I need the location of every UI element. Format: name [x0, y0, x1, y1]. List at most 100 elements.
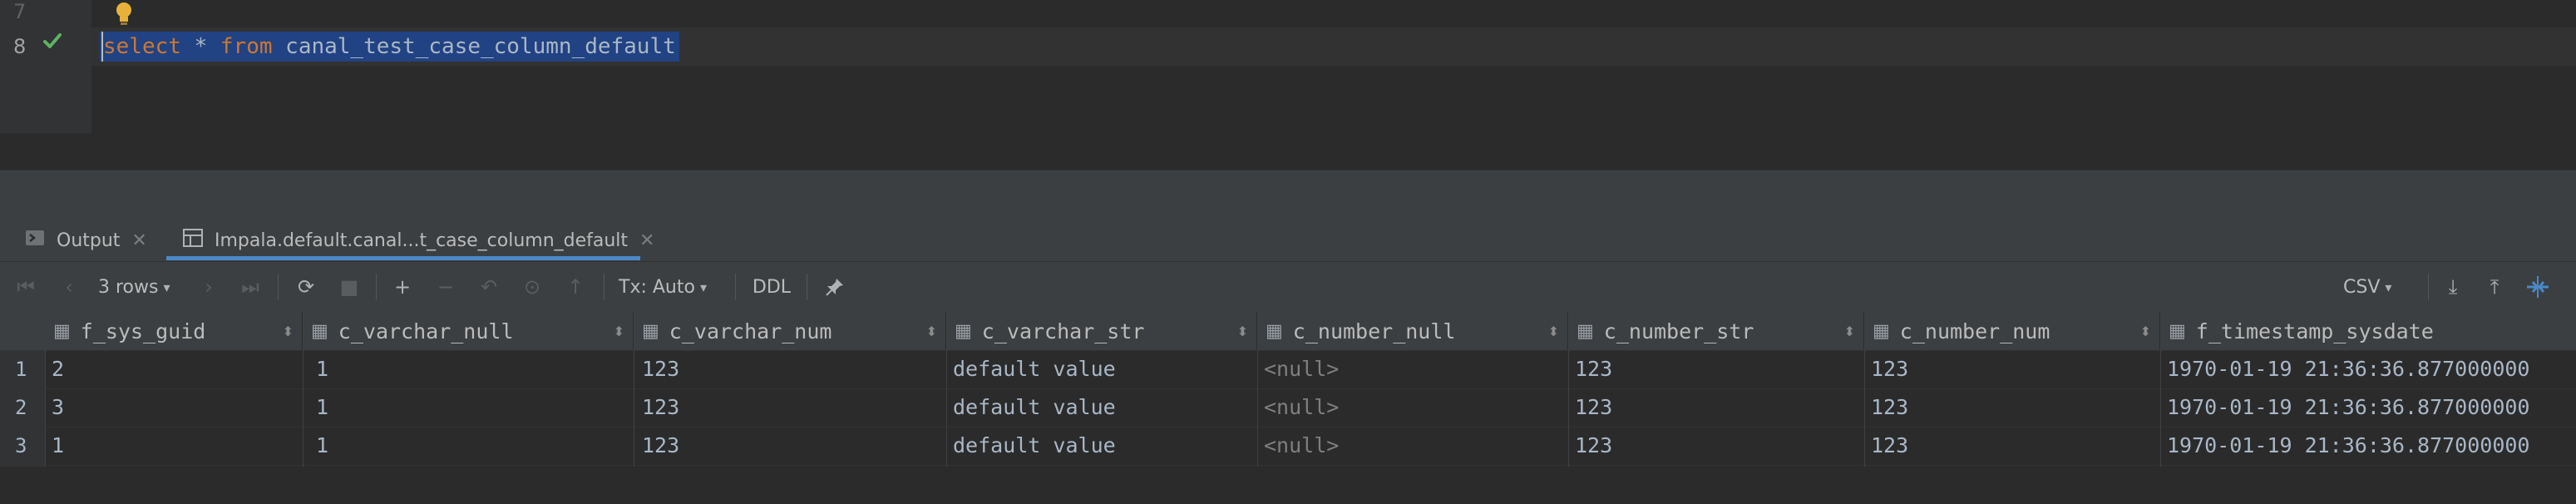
cell[interactable]: 123	[1871, 388, 1908, 427]
cell[interactable]: 2	[52, 350, 64, 388]
line-number-7: 7	[13, 0, 27, 23]
column-icon: ▦	[955, 320, 972, 342]
tab-output[interactable]: Output ✕	[25, 220, 147, 261]
column-header-c_number_null[interactable]: ▦ c_number_null ⬍	[1257, 312, 1568, 350]
page-size-dropdown[interactable]: 3 rows ▾	[98, 262, 191, 312]
transaction-mode-dropdown[interactable]: Tx: Auto ▾	[619, 262, 727, 312]
sort-icon[interactable]: ⬍	[283, 324, 294, 339]
active-tab-indicator	[166, 256, 640, 260]
next-page-icon[interactable]: ›	[195, 262, 223, 312]
table-row[interactable]: 1 2 1 123 default value <null> 123 123 1…	[0, 350, 2576, 389]
sort-icon[interactable]: ⬍	[1237, 324, 1248, 339]
toolbar-separator	[2428, 274, 2429, 300]
sort-icon[interactable]: ⬍	[2140, 324, 2151, 339]
column-header-f_sys_guid[interactable]: ▦ f_sys_guid ⬍	[45, 312, 303, 350]
cell[interactable]: 1	[52, 427, 64, 465]
cell[interactable]: 1	[316, 388, 328, 427]
grid-divider	[2160, 312, 2161, 467]
toolbar-separator	[278, 274, 279, 300]
grid-divider	[946, 312, 947, 467]
tab-output-label: Output	[57, 230, 121, 251]
stop-icon[interactable]: ■	[334, 262, 364, 312]
sort-icon[interactable]: ⬍	[926, 324, 937, 339]
column-header-f_timestamp_sysdate[interactable]: ▦ f_timestamp_sysdate	[2160, 312, 2576, 350]
cell[interactable]: 123	[642, 350, 679, 388]
cell[interactable]: 123	[1575, 427, 1612, 465]
last-page-icon[interactable]: ⏭	[236, 262, 264, 312]
editor-results-splitter[interactable]	[0, 170, 2576, 220]
cell[interactable]: 123	[1871, 427, 1908, 465]
compare-layout-icon[interactable]	[2519, 262, 2556, 312]
chevron-down-icon: ▾	[699, 279, 707, 295]
download-icon[interactable]: ⤓	[2436, 262, 2470, 312]
add-row-icon[interactable]: +	[387, 262, 417, 312]
cell[interactable]: default value	[953, 350, 1116, 388]
upload-icon[interactable]: ⤒	[2478, 262, 2511, 312]
row-number: 2	[15, 396, 27, 419]
revert-icon[interactable]: ↶	[474, 262, 504, 312]
sort-icon[interactable]: ⬍	[1844, 324, 1855, 339]
keyword-from: from	[220, 34, 273, 59]
select-star: *	[180, 34, 220, 59]
submit-icon[interactable]: ↑	[560, 262, 590, 312]
column-icon: ▦	[1873, 320, 1890, 342]
cell[interactable]: 123	[642, 427, 679, 465]
pin-tab-icon[interactable]	[818, 262, 851, 312]
column-icon: ▦	[1266, 320, 1283, 342]
delete-row-icon[interactable]: −	[431, 262, 461, 312]
cell[interactable]: 1970-01-19 21:36:36.877000000	[2167, 427, 2530, 465]
line-number-8: 8	[13, 35, 27, 58]
column-icon: ▦	[1577, 320, 1594, 342]
chevron-down-icon: ▾	[2385, 279, 2392, 295]
cell[interactable]: default value	[953, 427, 1116, 465]
table-name: canal_test_case_column_default	[272, 34, 676, 59]
column-icon: ▦	[2169, 320, 2186, 342]
cell[interactable]: 123	[1575, 388, 1612, 427]
chevron-down-icon: ▾	[163, 279, 170, 295]
column-header-c_number_str[interactable]: ▦ c_number_str ⬍	[1568, 312, 1864, 350]
sql-editor[interactable]: 7 8 select * from canal_test_case_column…	[0, 0, 2576, 133]
ddl-label: DDL	[752, 276, 792, 298]
grid-divider	[1864, 312, 1865, 467]
cell[interactable]: 1970-01-19 21:36:36.877000000	[2167, 350, 2530, 388]
preview-changes-icon[interactable]: ⊙	[517, 262, 547, 312]
sql-query-line[interactable]: select * from canal_test_case_column_def…	[100, 32, 679, 62]
ddl-button[interactable]: DDL	[745, 262, 798, 312]
close-icon[interactable]: ✕	[131, 230, 146, 251]
column-header-c_varchar_num[interactable]: ▦ c_varchar_num ⬍	[634, 312, 946, 350]
export-format-dropdown[interactable]: CSV ▾	[2343, 262, 2410, 312]
close-icon[interactable]: ✕	[639, 230, 654, 251]
column-header-c_varchar_str[interactable]: ▦ c_varchar_str ⬍	[946, 312, 1257, 350]
cell[interactable]: 3	[52, 388, 64, 427]
table-row[interactable]: 2 3 1 123 default value <null> 123 123 1…	[0, 388, 2576, 427]
previous-page-icon[interactable]: ‹	[55, 262, 83, 312]
sort-icon[interactable]: ⬍	[614, 324, 624, 339]
toolbar-separator	[735, 274, 736, 300]
cell-null[interactable]: <null>	[1264, 427, 1339, 465]
cell[interactable]: default value	[953, 388, 1116, 427]
cell[interactable]: 123	[642, 388, 679, 427]
table-row[interactable]: 3 1 1 123 default value <null> 123 123 1…	[0, 427, 2576, 466]
cell[interactable]: 1	[316, 427, 328, 465]
tab-result-table[interactable]: Impala.default.canal...t_case_column_def…	[183, 220, 654, 261]
column-header-c_varchar_null[interactable]: ▦ c_varchar_null ⬍	[303, 312, 634, 350]
cell[interactable]: 123	[1871, 350, 1908, 388]
cell-null[interactable]: <null>	[1264, 350, 1339, 388]
refresh-icon[interactable]: ⟳	[291, 262, 321, 312]
first-page-icon[interactable]: ⏮	[12, 262, 40, 312]
cell[interactable]: 1	[316, 350, 328, 388]
grid-divider	[1257, 312, 1258, 467]
table-icon	[183, 229, 203, 252]
toolbar-separator	[604, 274, 605, 300]
result-grid[interactable]: ▦ f_sys_guid ⬍ ▦ c_varchar_null ⬍ ▦ c_varchar…	[0, 312, 2576, 504]
column-icon: ▦	[642, 320, 659, 342]
sort-icon[interactable]: ⬍	[1548, 324, 1559, 339]
keyword-select: select	[103, 34, 181, 59]
cell[interactable]: 123	[1575, 350, 1612, 388]
tab-result-label: Impala.default.canal...t_case_column_def…	[215, 230, 629, 251]
line-gutter: 7 8	[0, 0, 91, 133]
cell-null[interactable]: <null>	[1264, 388, 1339, 427]
column-header-c_number_num[interactable]: ▦ c_number_num ⬍	[1864, 312, 2160, 350]
column-icon: ▦	[311, 320, 328, 342]
cell[interactable]: 1970-01-19 21:36:36.877000000	[2167, 388, 2530, 427]
